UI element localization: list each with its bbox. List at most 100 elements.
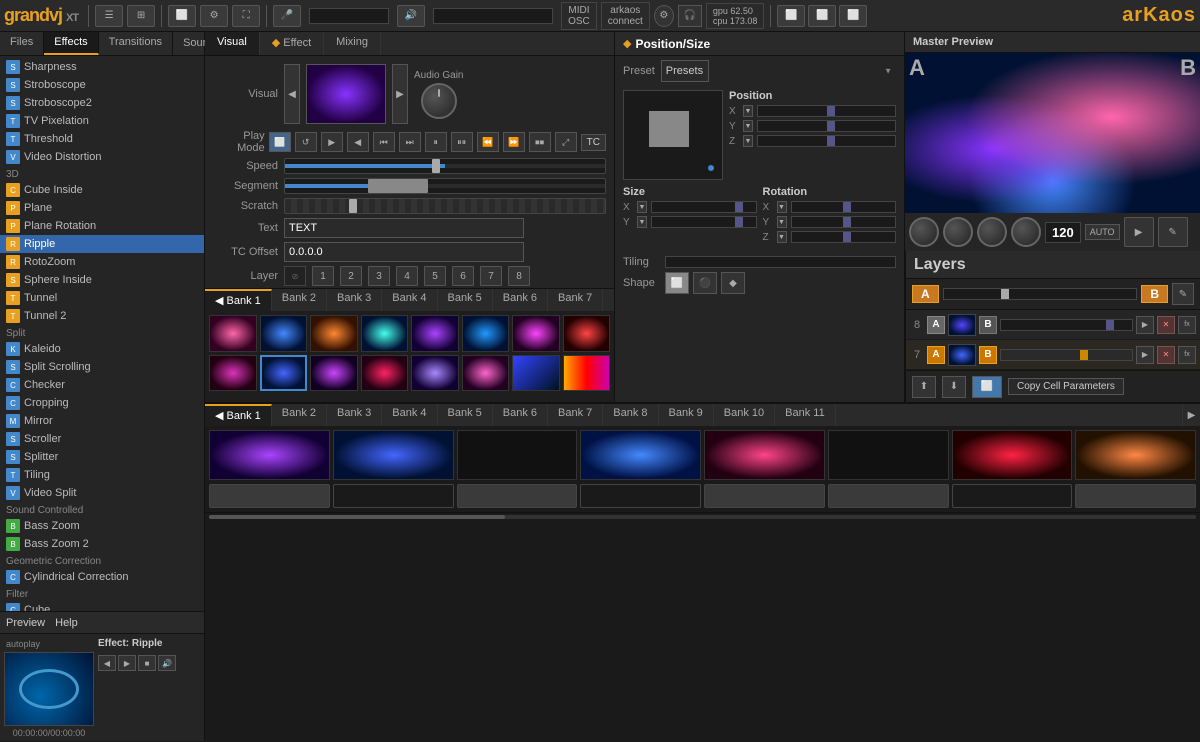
size-y-arrow[interactable]: ▼ xyxy=(637,216,647,228)
effect-video-split[interactable]: V Video Split xyxy=(0,484,204,502)
shape-other-btn[interactable]: ◆ xyxy=(721,272,745,294)
effect-sphere-inside[interactable]: S Sphere Inside xyxy=(0,271,204,289)
effect-split-scrolling[interactable]: S Split Scrolling xyxy=(0,358,204,376)
preview-stop-btn[interactable]: ■ xyxy=(138,655,156,671)
bottom-bank-tab-5[interactable]: Bank 5 xyxy=(438,404,493,426)
visual-tab-mixing[interactable]: Mixing xyxy=(324,32,381,55)
bottom-bank-tab-7[interactable]: Bank 7 xyxy=(548,404,603,426)
shape-rect-btn[interactable]: ⬜ xyxy=(665,272,689,294)
bottom-bank-tab-9[interactable]: Bank 9 xyxy=(659,404,714,426)
layer-7-slider[interactable] xyxy=(1000,349,1133,361)
bank-key-6[interactable] xyxy=(828,484,949,508)
effect-stroboscope[interactable]: S Stroboscope xyxy=(0,76,204,94)
rot-y-arrow[interactable]: ▼ xyxy=(777,216,787,228)
arkaos-connect-box[interactable]: arkaos connect xyxy=(601,2,650,30)
bank-cell-13[interactable] xyxy=(411,355,459,392)
pos-y-arrow[interactable]: ▼ xyxy=(743,120,753,132)
monitor-button[interactable]: ⬜ xyxy=(168,5,196,27)
layers-footer-btn-1[interactable]: ⬆ xyxy=(912,376,936,398)
layer-7-a-btn[interactable]: A xyxy=(927,346,945,364)
fullscreen-button[interactable]: ⛶ xyxy=(232,5,260,27)
master-play-btn[interactable]: ▶ xyxy=(1124,217,1154,247)
effect-cube-inside[interactable]: C Cube Inside xyxy=(0,181,204,199)
bottom-cell-6[interactable] xyxy=(828,430,949,480)
size-x-arrow[interactable]: ▼ xyxy=(637,201,647,213)
bank-cell-2[interactable] xyxy=(260,315,308,352)
bottom-bank-tab-8[interactable]: Bank 8 xyxy=(603,404,658,426)
size-x-slider[interactable] xyxy=(651,201,757,213)
bank-cell-7[interactable] xyxy=(512,315,560,352)
pm-btn-8[interactable]: ⏸⏸ xyxy=(451,132,473,152)
bank-cell-10[interactable] xyxy=(260,355,308,392)
scratch-thumb[interactable] xyxy=(349,199,357,213)
effect-roto-zoom[interactable]: R RotoZoom xyxy=(0,253,204,271)
layer-btn-7[interactable]: 7 xyxy=(480,266,502,286)
bottom-bank-tab-4[interactable]: Bank 4 xyxy=(382,404,437,426)
bank-key-4[interactable] xyxy=(580,484,701,508)
layer-7-fx-btn[interactable]: fx xyxy=(1178,346,1196,364)
layers-b-btn[interactable]: B xyxy=(1141,285,1168,303)
pos-y-slider[interactable] xyxy=(757,120,896,132)
tc-offset-input[interactable] xyxy=(284,242,524,262)
master-knob-1[interactable] xyxy=(909,217,939,247)
bank-cell-6[interactable] xyxy=(462,315,510,352)
effect-plane-rotation[interactable]: P Plane Rotation xyxy=(0,217,204,235)
visual-next-arrow[interactable]: ▶ xyxy=(392,64,408,124)
visual-tab-effect[interactable]: ◆Effect xyxy=(260,32,324,55)
effect-tunnel2[interactable]: T Tunnel 2 xyxy=(0,307,204,325)
scratch-slider[interactable] xyxy=(284,198,606,214)
pm-btn-2[interactable]: ↺ xyxy=(295,132,317,152)
layer-btn-2[interactable]: 2 xyxy=(340,266,362,286)
tiling-slider[interactable] xyxy=(665,256,896,268)
bank-cell-3[interactable] xyxy=(310,315,358,352)
effect-tv-pixelation[interactable]: T TV Pixelation xyxy=(0,112,204,130)
layers-xfade-slider[interactable] xyxy=(943,288,1138,300)
speed-thumb[interactable] xyxy=(432,159,440,173)
layer-btn-1[interactable]: 1 xyxy=(312,266,334,286)
shape-circle-btn[interactable]: ⚫ xyxy=(693,272,717,294)
bank-key-7[interactable] xyxy=(952,484,1073,508)
pm-btn-9[interactable]: ⏪ xyxy=(477,132,499,152)
effect-cylindrical[interactable]: C Cylindrical Correction xyxy=(0,568,204,586)
menu-button[interactable]: ☰ xyxy=(95,5,123,27)
bottom-scrollbar[interactable] xyxy=(205,512,1200,520)
pm-btn-4[interactable]: ◀ xyxy=(347,132,369,152)
window-btn-3[interactable]: ⬜ xyxy=(839,5,867,27)
effect-cube[interactable]: C Cube xyxy=(0,601,204,611)
grid-button[interactable]: ⊞ xyxy=(127,5,155,27)
effect-sharpness[interactable]: S Sharpness xyxy=(0,58,204,76)
bank-tab-8[interactable]: Bank 8 xyxy=(603,289,614,311)
master-knob-2[interactable] xyxy=(943,217,973,247)
visual-tab-visual[interactable]: Visual xyxy=(205,32,260,55)
tc-button[interactable]: TC xyxy=(581,134,606,151)
tab-effects[interactable]: Effects xyxy=(44,32,98,55)
bottom-bank-tab-1[interactable]: ◀ Bank 1 xyxy=(205,404,272,426)
auto-button[interactable]: AUTO xyxy=(1085,224,1120,240)
layer-disable-btn[interactable]: ⊘ xyxy=(284,266,306,286)
text-input[interactable] xyxy=(284,218,524,238)
speed-slider[interactable] xyxy=(284,158,606,174)
speaker-button[interactable]: 🔊 xyxy=(397,5,425,27)
effect-kaleido[interactable]: K Kaleido xyxy=(0,340,204,358)
bank-tab-4[interactable]: Bank 4 xyxy=(382,289,437,311)
preview-vol-btn[interactable]: 🔊 xyxy=(158,655,176,671)
effect-threshold[interactable]: T Threshold xyxy=(0,130,204,148)
bottom-bank-tab-2[interactable]: Bank 2 xyxy=(272,404,327,426)
rot-y-slider[interactable] xyxy=(791,216,897,228)
bottom-cell-2[interactable] xyxy=(333,430,454,480)
bank-key-3[interactable] xyxy=(457,484,578,508)
layers-a-btn[interactable]: A xyxy=(912,285,939,303)
layer-8-play-btn[interactable]: ▶ xyxy=(1136,316,1154,334)
bottom-cell-4[interactable] xyxy=(580,430,701,480)
pm-btn-5[interactable]: ⏮ xyxy=(373,132,395,152)
pm-btn-11[interactable]: ⏹⏹ xyxy=(529,132,551,152)
bank-cell-9[interactable] xyxy=(209,355,257,392)
bottom-cell-3[interactable] xyxy=(457,430,578,480)
tab-transitions[interactable]: Transitions xyxy=(99,32,173,55)
bank-cell-12[interactable] xyxy=(361,355,409,392)
rot-x-arrow[interactable]: ▼ xyxy=(777,201,787,213)
layers-edit-btn[interactable]: ✎ xyxy=(1172,283,1194,305)
bank-cell-11[interactable] xyxy=(310,355,358,392)
pm-btn-6[interactable]: ⏭ xyxy=(399,132,421,152)
bottom-bank-arrow[interactable]: ▶ xyxy=(1182,404,1200,426)
